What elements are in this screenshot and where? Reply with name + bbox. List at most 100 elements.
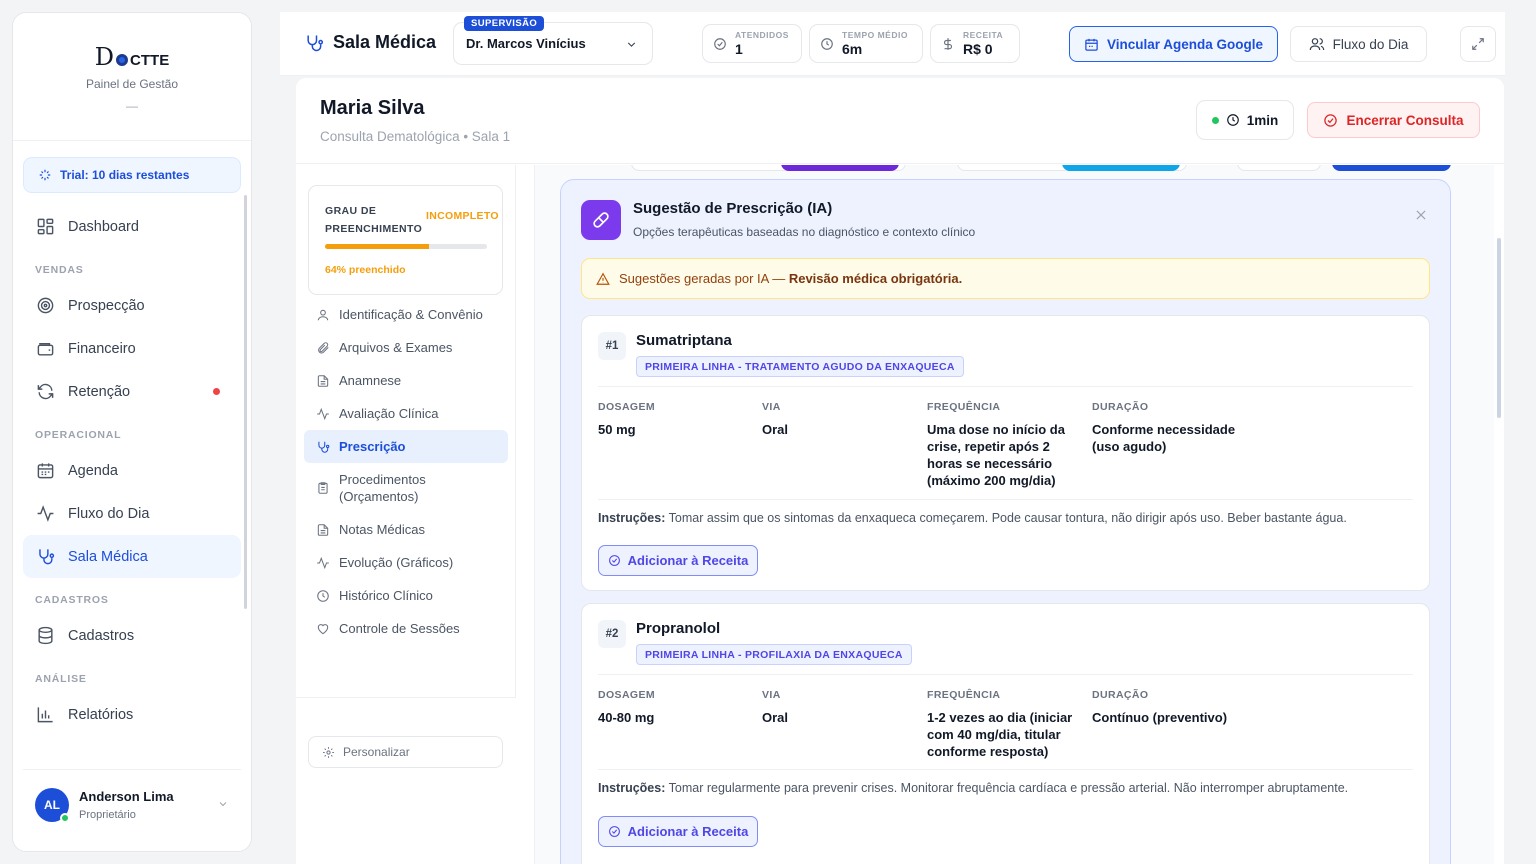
section-anamnese[interactable]: Anamnese xyxy=(304,364,508,397)
completion-progress-bar xyxy=(325,244,487,249)
completion-title: GRAU DE PREENCHIMENTO xyxy=(325,205,423,235)
stethoscope-icon xyxy=(307,35,324,51)
stat-label: TEMPO MÉDIO xyxy=(842,30,908,40)
frequency-value: Uma dose no início da crise, repetir apó… xyxy=(927,422,1065,488)
nav-label: Dashboard xyxy=(68,218,139,235)
day-flow-button[interactable]: Fluxo do Dia xyxy=(1290,26,1427,62)
medication-name: Sumatriptana xyxy=(636,332,732,349)
heart-icon xyxy=(317,623,329,634)
section-avaliacao[interactable]: Avaliação Clínica xyxy=(304,397,508,430)
section-historico[interactable]: Histórico Clínico xyxy=(304,579,508,612)
end-consultation-button[interactable]: Encerrar Consulta xyxy=(1307,102,1480,138)
medication-name: Propranolol xyxy=(636,620,721,637)
brand-dash: — xyxy=(126,99,138,113)
ai-prescription-panel: Sugestão de Prescrição (IA) Opções terap… xyxy=(560,179,1451,864)
completion-percent-label: 64% preenchido xyxy=(325,264,406,276)
nav-label: Sala Médica xyxy=(68,548,148,565)
section-label: Procedimentos (Orçamentos) xyxy=(339,472,426,504)
logo[interactable]: D CTTE xyxy=(95,43,169,71)
medication-number: #1 xyxy=(598,332,626,360)
divider xyxy=(598,499,1413,500)
instructions-label: Instruções: xyxy=(598,511,666,525)
tab-button[interactable] xyxy=(1237,165,1321,171)
stat-value: R$ 0 xyxy=(963,41,993,57)
nav-item-agenda[interactable]: Agenda xyxy=(23,449,241,492)
nav-item-retencao[interactable]: Retenção xyxy=(23,370,241,413)
column-label: DOSAGEM xyxy=(598,689,656,701)
button-label: Encerrar Consulta xyxy=(1346,112,1464,128)
nav-label: Fluxo do Dia xyxy=(68,505,150,522)
divider xyxy=(598,674,1413,675)
medication-badge: PRIMEIRA LINHA - PROFILAXIA DA ENXAQUECA xyxy=(636,644,912,665)
section-label: Anamnese xyxy=(339,373,402,388)
section-label: Notas Médicas xyxy=(339,522,425,537)
content-scrollbar[interactable] xyxy=(1497,238,1501,418)
tab-indicator[interactable] xyxy=(1062,165,1180,171)
user-role: Proprietário xyxy=(79,808,136,821)
divider xyxy=(598,386,1413,387)
tab-active-indicator[interactable] xyxy=(781,165,899,171)
column-label: FREQUÊNCIA xyxy=(927,401,1001,413)
patient-name: Maria Silva xyxy=(320,97,425,119)
section-arquivos[interactable]: Arquivos & Exames xyxy=(304,331,508,364)
route-value: Oral xyxy=(762,422,789,437)
instructions-text: Tomar assim que os sintomas da enxaqueca… xyxy=(668,511,1347,525)
nav-section-analise: ANÁLISE xyxy=(35,673,87,685)
user-menu[interactable]: AL Anderson Lima Proprietário xyxy=(23,769,241,839)
nav-label: Retenção xyxy=(68,383,131,400)
nav-item-relatorios[interactable]: Relatórios xyxy=(23,693,241,736)
sparkle-icon xyxy=(39,169,51,181)
section-prescricao[interactable]: Prescrição xyxy=(304,430,508,463)
activity-icon xyxy=(317,407,329,420)
button-label: Fluxo do Dia xyxy=(1332,36,1409,52)
completion-progress-fill xyxy=(325,244,429,249)
stat-atendidos: ATENDIDOS 1 xyxy=(702,24,802,63)
sidebar-scrollbar[interactable] xyxy=(244,195,247,609)
paperclip-icon xyxy=(318,341,329,353)
expand-icon xyxy=(1472,38,1484,50)
nav-item-fluxo-do-dia[interactable]: Fluxo do Dia xyxy=(23,492,241,535)
column-label: DOSAGEM xyxy=(598,401,656,413)
dose-value: 40-80 mg xyxy=(598,710,655,725)
target-icon xyxy=(37,297,54,314)
divider xyxy=(598,769,1413,770)
grid-icon xyxy=(37,218,54,235)
nav-item-sala-medica[interactable]: Sala Médica xyxy=(23,535,241,578)
check-circle-icon xyxy=(714,37,726,50)
medication-badge: PRIMEIRA LINHA - TRATAMENTO AGUDO DA ENX… xyxy=(636,356,964,377)
nav-section-vendas: VENDAS xyxy=(35,264,84,276)
page-title-text: Sala Médica xyxy=(333,32,437,52)
section-notas[interactable]: Notas Médicas xyxy=(304,513,508,546)
section-identificacao[interactable]: Identificação & Convênio xyxy=(304,298,508,331)
medication-number: #2 xyxy=(598,620,626,648)
ai-panel-subtitle: Opções terapêuticas baseadas no diagnóst… xyxy=(633,225,976,239)
activity-icon xyxy=(37,505,54,522)
patient-header: Maria Silva Consulta Dematológica • Sala… xyxy=(296,78,1504,164)
section-procedimentos[interactable]: Procedimentos (Orçamentos) xyxy=(304,463,508,513)
button-label: Vincular Agenda Google xyxy=(1106,36,1264,52)
stat-value: 6m xyxy=(842,41,863,57)
add-to-prescription-button[interactable]: Adicionar à Receita xyxy=(598,816,758,847)
duration-column: DURAÇÃO Contínuo (preventivo) xyxy=(1092,689,1252,726)
section-label: Histórico Clínico xyxy=(339,588,433,603)
close-icon[interactable] xyxy=(1414,208,1428,222)
add-to-prescription-button[interactable]: Adicionar à Receita xyxy=(598,545,758,576)
main-nav: Dashboard VENDAS Prospecção Financeiro R… xyxy=(13,193,251,736)
pill-icon xyxy=(581,200,621,240)
section-evolucao[interactable]: Evolução (Gráficos) xyxy=(304,546,508,579)
fullscreen-button[interactable] xyxy=(1460,26,1496,62)
nav-item-cadastros[interactable]: Cadastros xyxy=(23,614,241,657)
online-status-dot xyxy=(60,812,70,823)
check-circle-icon xyxy=(608,826,620,837)
link-google-calendar-button[interactable]: Vincular Agenda Google xyxy=(1069,26,1278,62)
tab-primary-button[interactable] xyxy=(1332,165,1451,171)
trial-banner[interactable]: Trial: 10 dias restantes xyxy=(23,157,241,193)
nav-item-dashboard[interactable]: Dashboard xyxy=(23,205,241,248)
nav-item-prospeccao[interactable]: Prospecção xyxy=(23,284,241,327)
warning-icon xyxy=(596,272,610,285)
brand-subtitle: Painel de Gestão xyxy=(85,77,179,91)
nav-item-financeiro[interactable]: Financeiro xyxy=(23,327,241,370)
personalize-button[interactable]: Personalizar xyxy=(308,736,503,768)
database-icon xyxy=(38,626,53,645)
section-sessoes[interactable]: Controle de Sessões xyxy=(304,612,508,645)
